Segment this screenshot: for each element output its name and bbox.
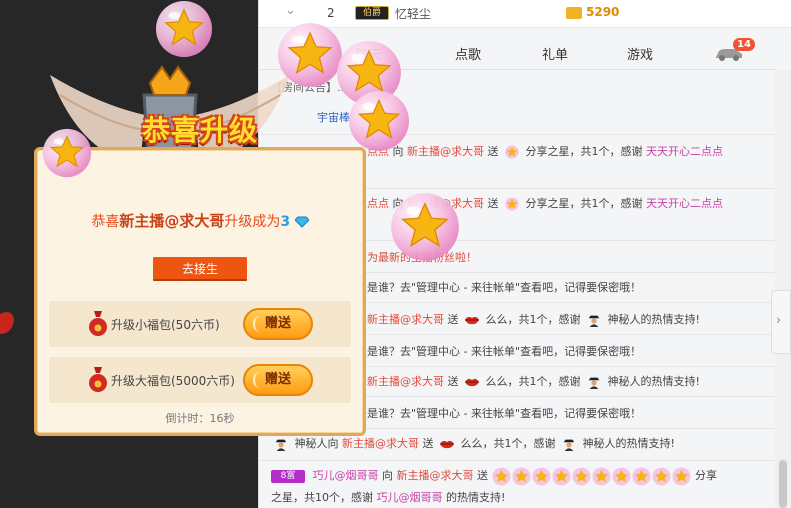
star-bubble-icon [348,90,410,152]
tab-badge-count: 14 [733,38,755,51]
wealth-badge: 8富 [271,469,305,483]
countdown-timer: 倒计时：16秒 [165,412,235,425]
mystery-person-icon [275,439,287,451]
star-gift-icon [611,466,631,486]
mystery-person-icon [588,377,600,389]
list-item: 新主播@求大哥 送 么么，共1个，感谢 神秘人的热情支持! [367,313,700,327]
chevron-down-icon[interactable]: ⌄ [285,3,296,18]
star-gift-icon [671,466,691,486]
go-receive-button[interactable]: 去接生 [153,257,247,281]
rank-number: 2 [327,6,335,20]
list-item: 是谁？去"管理中心 - 来往帐单"查看吧，记得要保密哦！ [367,345,642,358]
star-gift-icon [591,466,611,486]
host-name[interactable]: 新主播@求大哥 [342,437,419,450]
star-bubble-icon [277,22,343,88]
list-item: 是谁？去"管理中心 - 来往帐单"查看吧，记得要保密哦！ [367,407,642,420]
star-gift-icon [651,466,671,486]
sender-name[interactable]: 巧儿@烟哥哥 [313,469,379,482]
lucky-bag-icon [89,367,107,392]
coin-count: 5290 [586,5,620,19]
scrollbar[interactable] [775,70,791,508]
lips-icon [465,378,479,387]
coin-icon [566,7,582,19]
star-gift-icon [505,197,519,211]
diamond-icon [293,216,310,228]
host-name[interactable]: 新主播@求大哥 [367,375,444,388]
star-gift-icon [491,466,511,486]
gift-row-small: 升级小福包(50六币) 赠送 [49,301,351,347]
star-gift-icon [571,466,591,486]
star-gift-strip [491,466,692,486]
lips-icon [0,312,14,334]
star-gift-icon [505,145,519,159]
host-name[interactable]: 新主播@求大哥 [407,145,484,158]
star-bubble-icon [155,0,213,58]
noble-badge: 伯爵 [355,6,389,20]
gift-label: 升级大福包(5000六币) [111,374,235,388]
list-item: 新主播@求大哥 送 么么，共1个，感谢 神秘人的热情支持! [367,375,700,389]
list-item: 是谁？去"管理中心 - 来往帐单"查看吧，记得要保密哦！ [367,281,642,294]
gift-label: 升级小福包(50六币) [111,318,220,332]
gift-row-large: 升级大福包(5000六币) 赠送 [49,357,351,403]
mystery-person-icon [563,439,575,451]
rank-user-name[interactable]: 忆轻尘 [395,5,431,22]
list-item: 神秘人向 新主播@求大哥 送 么么，共1个，感谢 神秘人的热情支持! [271,434,771,454]
give-button[interactable]: 赠送 [243,364,313,396]
level-up-dialog: 恭喜新主播@求大哥升级成为3 去接生 升级小福包(50六币) 赠送 升级大福包(… [34,147,366,436]
collapse-panel-tab[interactable]: › [771,290,791,354]
star-gift-icon [531,466,551,486]
star-gift-icon [511,466,531,486]
lips-icon [465,316,479,325]
mystery-person-icon [588,315,600,327]
lips-icon [440,440,454,449]
star-gift-icon [551,466,571,486]
star-bubble-icon [390,192,460,262]
host-name[interactable]: 新主播@求大哥 [367,313,444,326]
tab-games[interactable]: 游戏 [627,44,653,63]
tab-gifts[interactable]: 礼单 [542,44,568,63]
list-item-continuation: 之星，共10个，感谢 巧儿@烟哥哥 的热情支持! [271,491,506,504]
tab-songs[interactable]: 点歌 [455,44,481,63]
level-up-title: 恭喜升级 [141,114,258,147]
list-item: 点点 向 新主播@求大哥 送 分享之星，共1个，感谢 天天开心二点点 [367,145,723,159]
star-gift-icon [631,466,651,486]
star-bubble-icon [42,128,92,178]
sender-name[interactable]: 巧儿@烟哥哥 [377,491,443,504]
lucky-bag-icon [89,311,107,336]
host-name[interactable]: 新主播@求大哥 [397,469,474,482]
give-button[interactable]: 赠送 [243,308,313,340]
congrats-message: 恭喜新主播@求大哥升级成为3 [37,210,363,231]
scrollbar-thumb[interactable] [779,460,787,508]
list-item: 8富 巧儿@烟哥哥 向 新主播@求大哥 送 分享 [271,466,771,486]
chevron-right-icon: › [776,313,782,328]
